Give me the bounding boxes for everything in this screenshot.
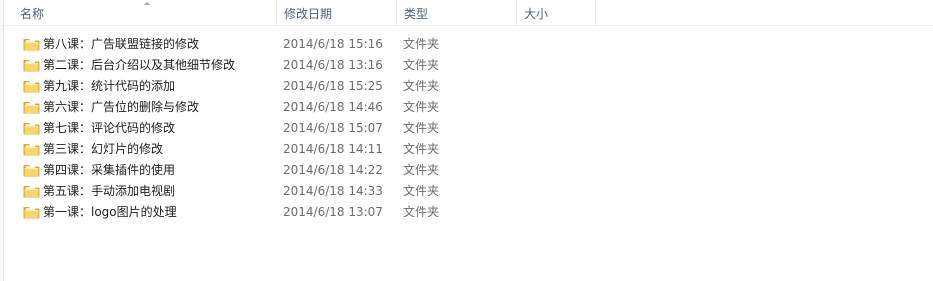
file-modified-date: 2014/6/18 15:25 — [283, 79, 383, 93]
folder-icon — [23, 204, 40, 220]
file-name: 第二课：后台介绍以及其他细节修改 — [43, 58, 236, 72]
file-modified-date: 2014/6/18 14:22 — [283, 163, 383, 177]
file-list: 第八课：广告联盟链接的修改 2014/6/18 15:16 文件夹 第二课：后台… — [4, 34, 933, 223]
folder-icon — [23, 57, 40, 73]
file-type: 文件夹 — [403, 79, 440, 93]
file-type: 文件夹 — [403, 121, 440, 135]
column-header-type[interactable]: 类型 — [396, 0, 516, 26]
file-name: 第五课：手动添加电视剧 — [43, 184, 176, 198]
sort-ascending-icon — [144, 2, 150, 5]
file-row[interactable]: 第一课：logo图片的处理 2014/6/18 13:07 文件夹 — [4, 202, 933, 223]
column-header-type-label: 类型 — [404, 7, 429, 21]
file-row[interactable]: 第四课：采集插件的使用 2014/6/18 14:22 文件夹 — [4, 160, 933, 181]
folder-icon — [23, 78, 40, 94]
file-row[interactable]: 第五课：手动添加电视剧 2014/6/18 14:33 文件夹 — [4, 181, 933, 202]
folder-icon — [23, 99, 40, 115]
column-header-date[interactable]: 修改日期 — [276, 0, 396, 26]
file-modified-date: 2014/6/18 13:16 — [283, 58, 383, 72]
file-row[interactable]: 第八课：广告联盟链接的修改 2014/6/18 15:16 文件夹 — [4, 34, 933, 55]
file-modified-date: 2014/6/18 14:46 — [283, 100, 383, 114]
folder-icon — [23, 162, 40, 178]
column-header-date-label: 修改日期 — [284, 7, 333, 21]
file-type: 文件夹 — [403, 184, 440, 198]
file-modified-date: 2014/6/18 15:07 — [283, 121, 383, 135]
column-header-size-label: 大小 — [524, 7, 549, 21]
folder-icon — [23, 183, 40, 199]
file-type: 文件夹 — [403, 205, 440, 219]
file-name: 第六课：广告位的删除与修改 — [43, 100, 200, 114]
file-modified-date: 2014/6/18 14:33 — [283, 184, 383, 198]
file-row[interactable]: 第七课：评论代码的修改 2014/6/18 15:07 文件夹 — [4, 118, 933, 139]
file-name: 第七课：评论代码的修改 — [43, 121, 176, 135]
file-type: 文件夹 — [403, 163, 440, 177]
file-row[interactable]: 第九课：统计代码的添加 2014/6/18 15:25 文件夹 — [4, 76, 933, 97]
column-header-size[interactable]: 大小 — [516, 0, 596, 26]
file-type: 文件夹 — [403, 37, 440, 51]
file-row[interactable]: 第二课：后台介绍以及其他细节修改 2014/6/18 13:16 文件夹 — [4, 55, 933, 76]
column-header-bar: 名称 修改日期 类型 大小 — [4, 0, 933, 26]
file-name: 第四课：采集插件的使用 — [43, 163, 176, 177]
file-type: 文件夹 — [403, 142, 440, 156]
file-name: 第九课：统计代码的添加 — [43, 79, 176, 93]
column-header-name[interactable]: 名称 — [4, 0, 276, 26]
file-type: 文件夹 — [403, 100, 440, 114]
file-modified-date: 2014/6/18 14:11 — [283, 142, 383, 156]
column-header-name-label: 名称 — [20, 7, 45, 21]
file-modified-date: 2014/6/18 13:07 — [283, 205, 383, 219]
file-name: 第八课：广告联盟链接的修改 — [43, 37, 200, 51]
file-row[interactable]: 第三课：幻灯片的修改 2014/6/18 14:11 文件夹 — [4, 139, 933, 160]
file-modified-date: 2014/6/18 15:16 — [283, 37, 383, 51]
folder-icon — [23, 120, 40, 136]
file-list-pane: 名称 修改日期 类型 大小 第八课：广告联盟链接的修改 2014/6/18 15… — [0, 0, 933, 281]
file-name: 第三课：幻灯片的修改 — [43, 142, 164, 156]
folder-icon — [23, 36, 40, 52]
file-name: 第一课：logo图片的处理 — [43, 205, 177, 219]
file-type: 文件夹 — [403, 58, 440, 72]
file-row[interactable]: 第六课：广告位的删除与修改 2014/6/18 14:46 文件夹 — [4, 97, 933, 118]
folder-icon — [23, 141, 40, 157]
